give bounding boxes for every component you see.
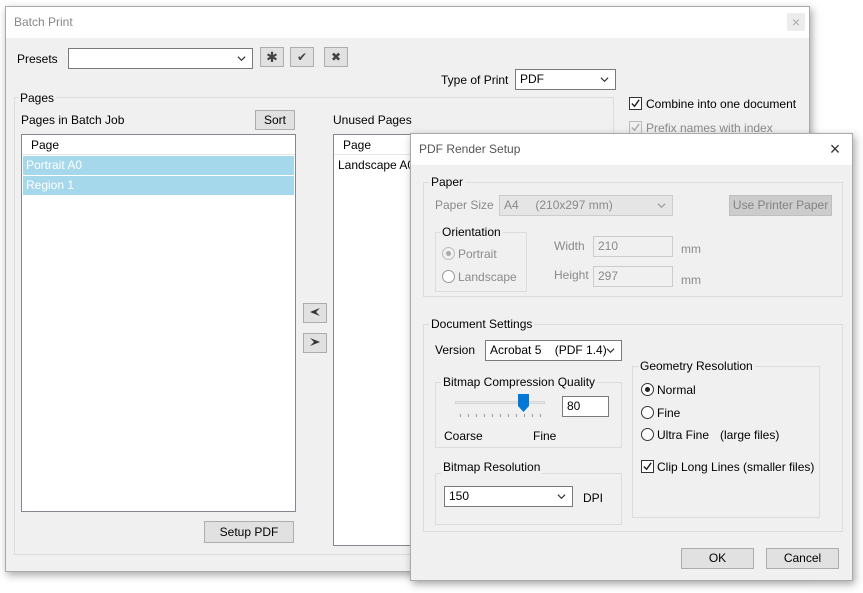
combine-checkbox[interactable] xyxy=(629,97,642,110)
bitmap-resolution-group-label: Bitmap Resolution xyxy=(441,460,543,474)
width-label: Width xyxy=(554,239,585,253)
pdf-setup-title: PDF Render Setup xyxy=(419,142,521,156)
height-label: Height xyxy=(554,268,589,282)
portrait-label: Portrait xyxy=(458,247,497,261)
paper-group-label: Paper xyxy=(429,175,466,189)
new-preset-button[interactable]: ✱ xyxy=(260,47,284,67)
geo-normal-radio[interactable] xyxy=(641,383,654,396)
checkmark-icon: ✔ xyxy=(296,50,308,64)
geo-ultra-label: Ultra Fine xyxy=(657,428,710,442)
slider-tick xyxy=(524,414,525,417)
chevron-down-icon xyxy=(557,494,566,500)
document-settings-group-label: Document Settings xyxy=(429,317,535,331)
type-of-print-dropdown[interactable]: PDF xyxy=(515,69,616,90)
clip-long-lines-checkbox[interactable] xyxy=(641,460,654,473)
paper-size-value: A4 (210x297 mm) xyxy=(504,198,613,212)
list-header-page[interactable]: Page xyxy=(22,135,295,155)
slider-tick xyxy=(492,414,493,417)
pdf-setup-titlebar: PDF Render Setup × xyxy=(411,134,852,165)
bitmap-quality-group-label: Bitmap Compression Quality xyxy=(441,375,598,389)
portrait-radio[interactable] xyxy=(442,247,455,260)
sort-button[interactable]: Sort xyxy=(255,110,295,130)
paper-size-label: Paper Size xyxy=(435,198,494,212)
slider-tick xyxy=(476,414,477,417)
close-icon[interactable]: × xyxy=(826,139,844,159)
check-icon xyxy=(631,99,640,108)
x-delete-icon: ✖ xyxy=(330,50,342,64)
combine-label: Combine into one document xyxy=(646,97,797,111)
paper-size-dropdown[interactable]: A4 (210x297 mm) xyxy=(499,195,673,216)
width-unit: mm xyxy=(681,242,701,256)
list-item[interactable]: Portrait A0 xyxy=(23,156,294,175)
height-unit: mm xyxy=(681,273,701,287)
coarse-label: Coarse xyxy=(444,429,483,443)
version-value: Acrobat 5 (PDF 1.4) xyxy=(490,343,607,357)
slider-thumb-icon xyxy=(518,394,529,412)
dpi-label: DPI xyxy=(583,491,604,505)
geo-normal-label: Normal xyxy=(657,383,696,397)
resolution-value: 150 xyxy=(449,489,470,503)
geo-ultra-radio[interactable] xyxy=(641,428,654,441)
setup-pdf-button[interactable]: Setup PDF xyxy=(204,521,294,543)
slider-track xyxy=(455,401,545,404)
batch-print-title: Batch Print xyxy=(14,15,73,29)
slider-tick xyxy=(500,414,501,417)
slider-tick xyxy=(468,414,469,417)
slider-tick xyxy=(540,414,541,417)
version-label: Version xyxy=(435,343,476,357)
delete-preset-button[interactable]: ✖ xyxy=(324,47,348,67)
geo-fine-radio[interactable] xyxy=(641,406,654,419)
slider-tick xyxy=(508,414,509,417)
radio-dot xyxy=(446,251,451,256)
unused-pages-label: Unused Pages xyxy=(333,113,412,127)
cancel-button[interactable]: Cancel xyxy=(766,548,839,569)
fine-label: Fine xyxy=(533,429,557,443)
quality-input[interactable]: 80 xyxy=(562,396,609,417)
asterisk-icon: ✱ xyxy=(266,49,278,65)
presets-label: Presets xyxy=(17,52,58,66)
pages-in-job-label: Pages in Batch Job xyxy=(21,113,125,127)
chevron-down-icon xyxy=(600,77,609,83)
batch-print-titlebar: Batch Print × xyxy=(6,7,809,38)
landscape-label: Landscape xyxy=(458,270,517,284)
ok-button[interactable]: OK xyxy=(681,548,754,569)
check-icon xyxy=(643,462,652,471)
close-icon[interactable]: × xyxy=(787,13,805,31)
slider-thumb[interactable] xyxy=(518,394,529,412)
orientation-group-label: Orientation xyxy=(440,225,503,239)
chevron-down-icon xyxy=(606,348,615,354)
arrow-right-icon xyxy=(310,338,320,346)
pages-group-label: Pages xyxy=(18,91,57,105)
geometry-resolution-group-label: Geometry Resolution xyxy=(638,359,755,373)
height-input[interactable]: 297 xyxy=(593,266,673,287)
type-of-print-label: Type of Print xyxy=(441,73,509,87)
width-input[interactable]: 210 xyxy=(593,236,673,257)
check-icon xyxy=(631,123,640,132)
chevron-down-icon xyxy=(657,203,666,209)
move-left-button[interactable] xyxy=(303,303,327,323)
geo-ultra-note: (large files) xyxy=(720,428,780,442)
use-printer-paper-button[interactable]: Use Printer Paper xyxy=(729,195,832,216)
presets-dropdown[interactable] xyxy=(68,48,253,69)
radio-dot xyxy=(645,387,650,392)
list-item[interactable]: Region 1 xyxy=(23,176,294,195)
slider-tick xyxy=(532,414,533,417)
slider-tick xyxy=(516,414,517,417)
pages-in-job-list[interactable]: Page Portrait A0 Region 1 xyxy=(21,134,296,512)
save-preset-button[interactable]: ✔ xyxy=(290,47,314,67)
resolution-dropdown[interactable]: 150 xyxy=(444,486,573,507)
geo-fine-label: Fine xyxy=(657,406,681,420)
clip-long-lines-label: Clip Long Lines (smaller files) xyxy=(657,460,815,474)
pdf-render-setup-dialog: PDF Render Setup × Paper Paper Size A4 (… xyxy=(410,133,853,581)
quality-slider[interactable] xyxy=(455,392,545,418)
chevron-down-icon xyxy=(237,56,246,62)
version-dropdown[interactable]: Acrobat 5 (PDF 1.4) xyxy=(485,340,622,361)
slider-tick xyxy=(484,414,485,417)
slider-tick xyxy=(460,414,461,417)
landscape-radio[interactable] xyxy=(442,270,455,283)
move-right-button[interactable] xyxy=(303,333,327,353)
type-of-print-value: PDF xyxy=(520,72,544,86)
arrow-left-icon xyxy=(310,308,320,316)
